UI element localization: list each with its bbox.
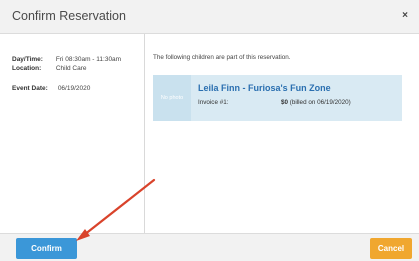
location-row: Location: Child Care: [12, 65, 87, 72]
dialog-title: Confirm Reservation: [12, 9, 126, 23]
invoice-label: Invoice #1:: [198, 99, 229, 106]
location-value: Child Care: [55, 65, 87, 72]
confirm-reservation-dialog: Confirm Reservation × Day/Time: Fri 08:3…: [0, 0, 419, 261]
location-label: Location:: [12, 65, 42, 72]
dialog-footer: Confirm Cancel: [0, 233, 419, 261]
child-card: No photo Leila Finn - Furiosa's Fun Zone…: [153, 75, 402, 121]
children-intro: The following children are part of this …: [153, 54, 291, 61]
event-date-row: Event Date: 06/19/2020: [12, 85, 90, 92]
event-date-label: Event Date:: [12, 85, 48, 92]
datetime-value: Fri 08:30am - 11:30am: [55, 56, 122, 63]
child-name: Leila Finn - Furiosa's Fun Zone: [198, 83, 331, 93]
children-panel: The following children are part of this …: [145, 34, 419, 233]
invoice-amount-row: $0 (billed on 06/19/2020): [281, 99, 351, 106]
child-photo-placeholder: No photo: [153, 75, 191, 121]
confirm-button[interactable]: Confirm: [16, 238, 77, 259]
reservation-details: Day/Time: Fri 08:30am - 11:30am Location…: [0, 34, 145, 233]
event-date-value: 06/19/2020: [57, 85, 91, 92]
cancel-button[interactable]: Cancel: [370, 238, 412, 259]
close-icon[interactable]: ×: [398, 9, 412, 23]
datetime-row: Day/Time: Fri 08:30am - 11:30am: [12, 56, 121, 63]
datetime-label: Day/Time:: [12, 56, 43, 63]
dialog-header: Confirm Reservation ×: [0, 0, 419, 34]
billed-note: (billed on 06/19/2020): [289, 99, 351, 106]
invoice-amount: $0: [281, 99, 289, 106]
